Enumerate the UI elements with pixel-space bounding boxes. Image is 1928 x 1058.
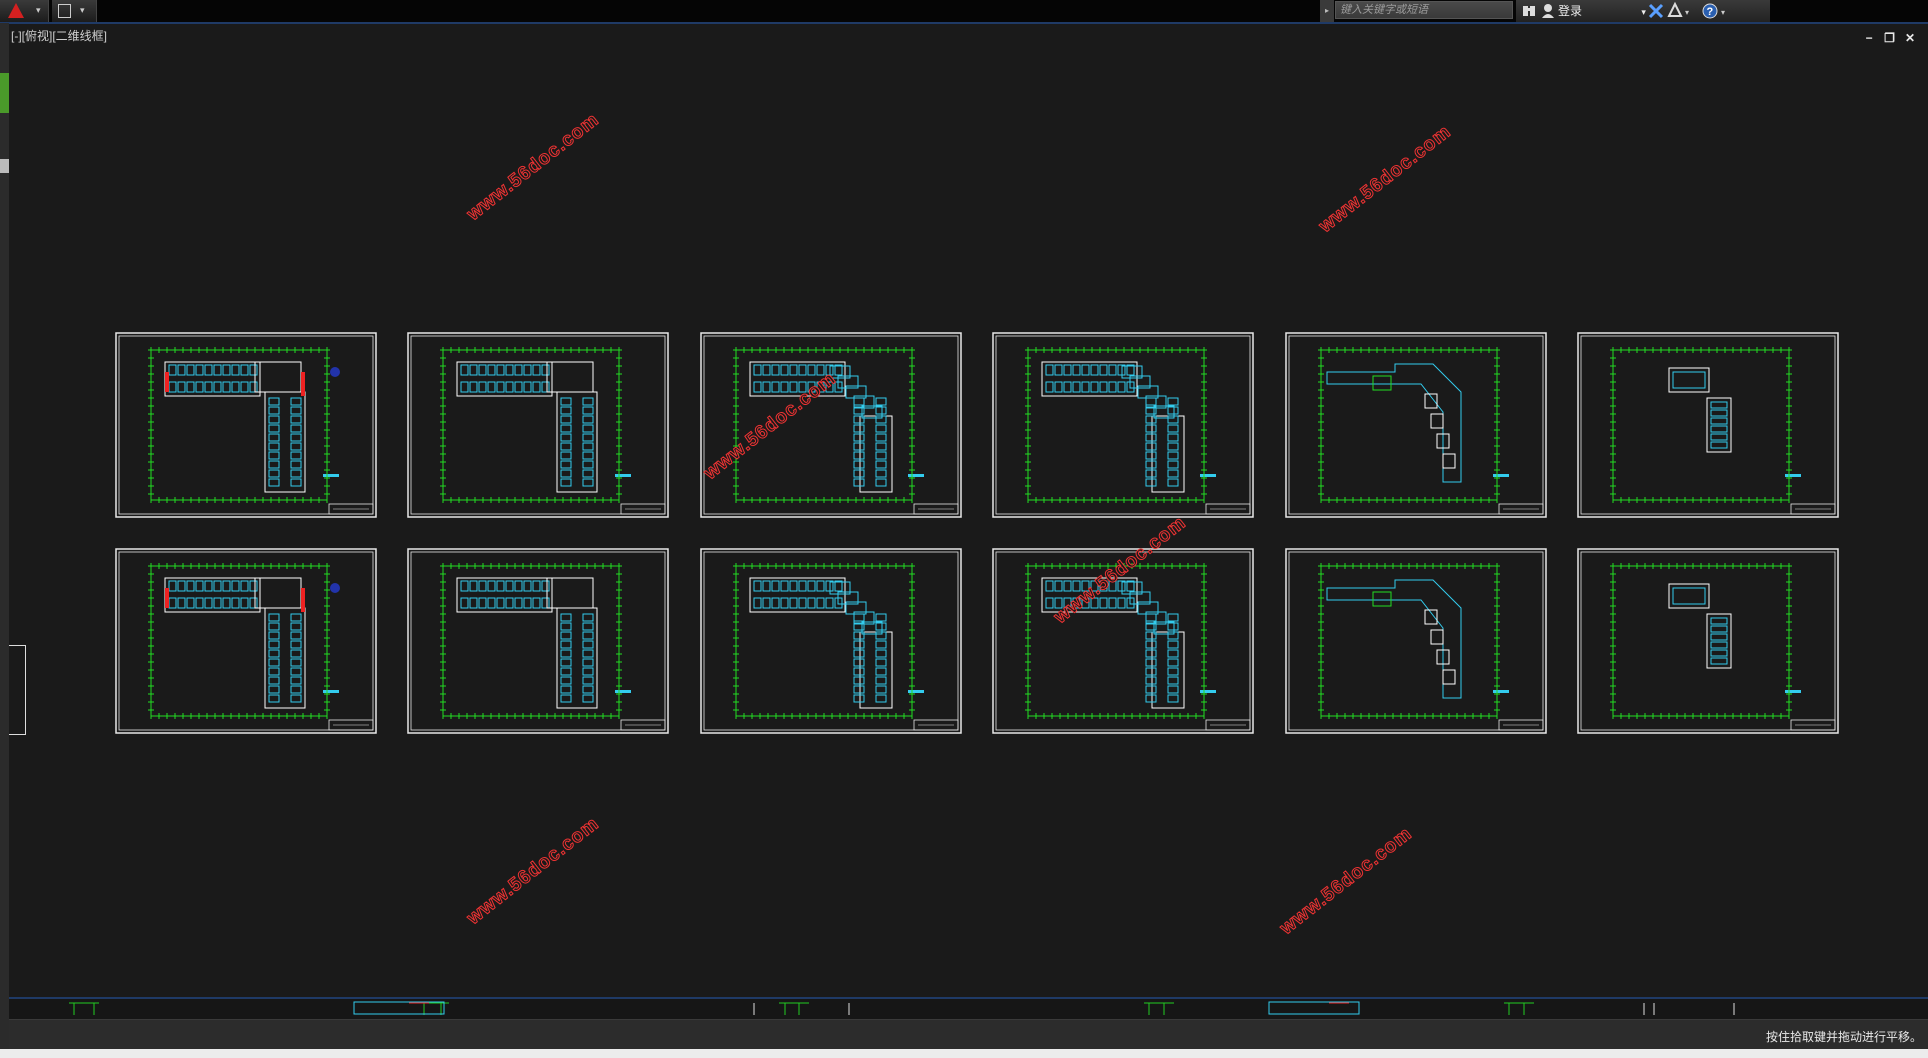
- sheet-drawing: [700, 548, 962, 734]
- svg-text:▾: ▾: [1721, 8, 1725, 17]
- application-menu-button[interactable]: ▾: [0, 0, 49, 22]
- infocenter-buttons: 登录 ▾ ▾ ? ▾: [1516, 0, 1770, 22]
- sheet-drawing: [115, 548, 377, 734]
- autocad-a-logo-icon: [8, 3, 24, 18]
- status-bar: 按住拾取键并拖动进行平移。: [9, 1019, 1928, 1050]
- sheet-drawing: [115, 332, 377, 518]
- drawing-sheet[interactable]: [1285, 332, 1547, 518]
- infocenter-toolbar: ▸ 登录 ▾ ▾ ?▾: [1320, 0, 1770, 22]
- sheet-drawing: [407, 548, 669, 734]
- search-expand-icon[interactable]: ▸: [1320, 0, 1334, 22]
- exchange-x-icon[interactable]: [1646, 0, 1666, 22]
- close-button[interactable]: ✕: [1902, 31, 1918, 45]
- user-icon[interactable]: [1540, 0, 1556, 22]
- sheet-drawing: [992, 332, 1254, 518]
- drawing-sheet[interactable]: [1285, 548, 1547, 734]
- sheet-drawing: [1285, 548, 1547, 734]
- left-dock-tab[interactable]: [0, 73, 9, 113]
- search-input[interactable]: [1335, 1, 1513, 19]
- drawing-sheet[interactable]: [115, 548, 377, 734]
- save-icon: [58, 4, 71, 18]
- autodesk360-icon[interactable]: ▾: [1666, 0, 1692, 22]
- login-button[interactable]: 登录 ▾: [1558, 0, 1646, 22]
- login-label: 登录: [1558, 4, 1583, 18]
- sheet-drawing: [407, 332, 669, 518]
- drawing-sheet[interactable]: [115, 332, 377, 518]
- svg-text:▾: ▾: [1685, 8, 1689, 17]
- drawing-sheet[interactable]: [407, 548, 669, 734]
- sheet-drawing: [700, 332, 962, 518]
- chevron-down-icon: ▾: [36, 5, 41, 15]
- taskbar-edge: [0, 1049, 1928, 1058]
- binoculars-icon[interactable]: [1520, 0, 1538, 22]
- title-bar: ▾ ▾ ▸ 登录 ▾ ▾ ?▾: [0, 0, 1928, 23]
- restore-button[interactable]: ❐: [1882, 31, 1898, 45]
- layout-tabs-strip[interactable]: [9, 997, 1928, 1021]
- drawing-sheet[interactable]: [700, 332, 962, 518]
- drawing-sheet[interactable]: [407, 332, 669, 518]
- help-icon[interactable]: ? ▾: [1700, 0, 1730, 22]
- viewport-controls-label[interactable]: [-][俯视][二维线框]: [11, 27, 107, 44]
- sheet-drawing: [1285, 332, 1547, 518]
- viewport-window-controls: − ❐ ✕: [1861, 29, 1918, 45]
- status-message: 按住拾取键并拖动进行平移。: [1765, 1030, 1922, 1044]
- floating-panel-fragment[interactable]: [9, 645, 26, 735]
- minimize-button[interactable]: −: [1861, 31, 1877, 45]
- drawing-sheet[interactable]: [700, 548, 962, 734]
- svg-text:?: ?: [1707, 6, 1714, 18]
- drawing-sheet[interactable]: [992, 332, 1254, 518]
- drawing-sheet[interactable]: [1577, 548, 1839, 734]
- sheet-drawing: [1577, 548, 1839, 734]
- quick-access-toolbar[interactable]: ▾: [52, 0, 97, 22]
- drawing-sheet[interactable]: [1577, 332, 1839, 518]
- chevron-down-icon: ▾: [80, 5, 85, 15]
- left-dock-edge: [0, 23, 9, 1058]
- left-dock-handle[interactable]: [0, 159, 9, 173]
- sheet-drawing: [1577, 332, 1839, 518]
